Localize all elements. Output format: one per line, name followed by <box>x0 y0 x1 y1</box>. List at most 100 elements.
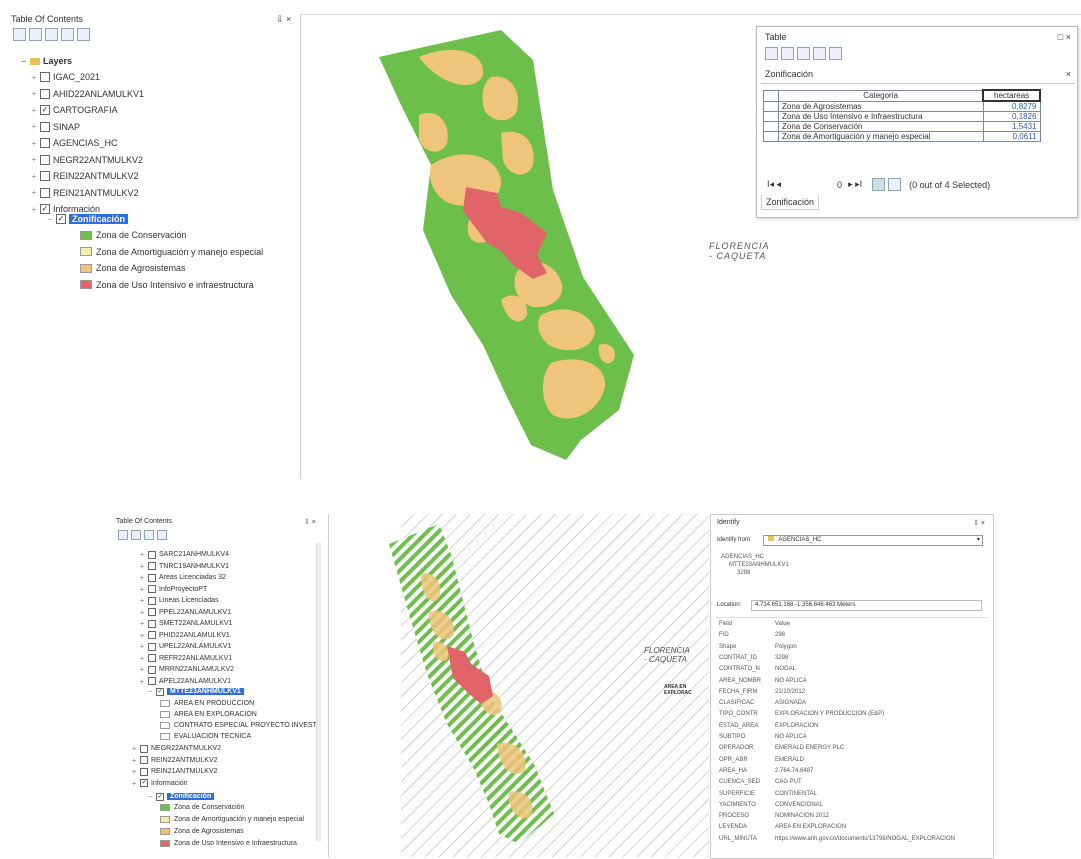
toc-layer-item[interactable]: + REIN21ANTMULKV2 <box>30 187 139 198</box>
layer-checkbox[interactable] <box>148 665 156 674</box>
tree-node[interactable]: MTTE23ANHMULKV1 <box>721 561 789 569</box>
toc-layer-item[interactable]: + APEL22ANLAMULKV1 <box>138 677 231 686</box>
zonificacion-layer[interactable]: − ✓ Zonificación <box>146 792 215 801</box>
layer-checkbox[interactable]: ✓ <box>156 792 164 801</box>
layer-checkbox[interactable]: ✓ <box>40 204 50 214</box>
table-bottom-tab[interactable]: Zonificación <box>761 195 820 210</box>
layer-checkbox[interactable] <box>148 562 156 570</box>
layer-checkbox[interactable] <box>140 767 148 776</box>
expand-icon[interactable]: + <box>138 654 146 663</box>
table-layer-close-icon[interactable]: × <box>1066 69 1071 79</box>
layer-checkbox[interactable]: ✓ <box>40 105 50 115</box>
layer-checkbox[interactable] <box>148 631 156 639</box>
toc-layer-item[interactable]: + SMET22ANLAMULKV1 <box>138 619 233 628</box>
layer-checkbox[interactable] <box>40 154 50 165</box>
related-tables-icon[interactable] <box>781 47 794 60</box>
options-icon[interactable] <box>77 28 90 41</box>
layer-checkbox[interactable] <box>148 642 156 651</box>
list-by-source-icon[interactable] <box>131 530 141 540</box>
expand-icon[interactable]: + <box>130 779 138 788</box>
toc-layer-item[interactable]: + REIN22ANTMULKV2 <box>130 756 218 765</box>
expand-icon[interactable]: + <box>130 756 138 765</box>
layer-checkbox[interactable] <box>148 619 156 628</box>
expand-icon[interactable]: + <box>138 573 146 582</box>
column-header[interactable]: Categoria <box>778 89 984 102</box>
toc-layer-item[interactable]: + NEGR22ANTMULKV2 <box>30 154 143 165</box>
layer-checkbox[interactable]: ✓ <box>140 779 148 787</box>
switch-selection-icon[interactable] <box>813 47 826 60</box>
table-window-buttons[interactable]: □ × <box>1058 32 1071 42</box>
nav-next-last[interactable]: ▸ ▸I <box>848 179 862 190</box>
toc-layer-item[interactable]: + MRRN22ANLAMULKV2 <box>138 665 234 674</box>
nav-page[interactable]: 0 <box>837 180 842 190</box>
toc-layer-item[interactable]: + Areas Licenciadas 32 <box>138 573 226 582</box>
toc-layer-item[interactable]: + PHID22ANLAMULKV1 <box>138 631 230 640</box>
expand-icon[interactable]: + <box>30 139 38 148</box>
expand-icon[interactable]: + <box>138 642 146 651</box>
clear-selection-icon[interactable] <box>829 47 842 60</box>
dropdown-arrow-icon[interactable]: ▾ <box>977 536 980 545</box>
row-selector[interactable] <box>763 100 779 112</box>
expand-icon[interactable]: + <box>138 550 146 559</box>
nav-first-prev[interactable]: I◂ ◂ <box>767 179 781 190</box>
list-by-visibility-icon[interactable] <box>45 28 58 41</box>
row-selector[interactable] <box>763 121 779 132</box>
toc-layer-item[interactable]: + Lineas Licenciadas <box>138 596 219 605</box>
table-row[interactable]: Zona de Conservación 1,5431 <box>763 121 1041 132</box>
collapse-icon[interactable]: − <box>146 687 154 696</box>
toc-layer-item[interactable]: + PPEL22ANLAMULKV1 <box>138 608 231 617</box>
expand-icon[interactable]: + <box>30 155 38 164</box>
collapse-icon[interactable]: − <box>20 57 28 66</box>
layer-checkbox[interactable] <box>148 585 156 593</box>
layer-checkbox[interactable] <box>148 550 156 559</box>
layer-checkbox[interactable] <box>148 596 156 605</box>
layer-checkbox[interactable] <box>40 171 50 181</box>
toc-layer-item[interactable]: + UPEL22ANLAMULKV1 <box>138 642 232 651</box>
list-by-drawing-order-icon[interactable] <box>13 28 26 41</box>
table-row[interactable]: Zona de Amortiguación y manejo especial 0… <box>763 131 1041 142</box>
toc-layer-item[interactable]: + REFR22ANLAMULKV1 <box>138 654 232 663</box>
row-selector[interactable] <box>763 131 779 142</box>
expand-icon[interactable]: + <box>30 172 38 181</box>
table-row[interactable]: Zona de Agrosistemas 0,8279 <box>763 100 1041 112</box>
layer-checkbox[interactable] <box>40 138 50 148</box>
show-all-records-icon[interactable] <box>872 178 886 191</box>
list-by-source-icon[interactable] <box>29 28 42 41</box>
toc-layer-item[interactable]: + NEGR22ANTMULKV2 <box>130 744 221 753</box>
tree-node[interactable]: 3298 <box>721 569 789 577</box>
list-by-drawing-order-icon[interactable] <box>118 530 128 540</box>
expand-icon[interactable]: + <box>30 89 38 98</box>
selected-layer[interactable]: − ✓ MTTE23ANHMULKV1 <box>146 687 244 696</box>
layer-checkbox[interactable] <box>140 756 148 764</box>
show-selected-records-icon[interactable] <box>888 178 902 191</box>
expand-icon[interactable]: + <box>130 767 138 776</box>
layers-root[interactable]: − Layers <box>20 56 72 66</box>
expand-icon[interactable]: + <box>138 665 146 674</box>
layer-checkbox[interactable] <box>40 121 50 132</box>
identify-from-select[interactable]: AGENCIAS_HC ▾ <box>763 535 983 546</box>
toc-layer-item[interactable]: + AGENCIAS_HC <box>30 138 118 148</box>
toc-layer-item[interactable]: + SARC21ANHMULKV4 <box>138 550 229 559</box>
bottom-map-view[interactable]: FLORENCIA - CAQUETA AREA EN EXPLORAC <box>328 514 709 857</box>
toc-layer-item[interactable]: + TNRC19ANHMULKV1 <box>138 562 229 571</box>
expand-icon[interactable]: + <box>138 585 146 594</box>
toc-layer-item[interactable]: + SINAP <box>30 121 80 132</box>
select-by-attributes-icon[interactable] <box>797 47 810 60</box>
toc-layer-item[interactable]: + InfoProyectoPT <box>138 585 208 594</box>
expand-icon[interactable]: + <box>138 619 146 628</box>
expand-icon[interactable]: + <box>30 73 38 82</box>
expand-icon[interactable]: + <box>130 744 138 753</box>
toc-layer-item[interactable]: + ✓ Información <box>30 204 100 214</box>
list-by-selection-icon[interactable] <box>157 530 167 540</box>
zonificacion-layer[interactable]: − ✓ Zonificación <box>46 214 129 224</box>
layer-checkbox[interactable]: ✓ <box>56 214 66 224</box>
toc-layer-item[interactable]: + REIN21ANTMULKV2 <box>130 767 218 776</box>
toc-layer-item[interactable]: + IGAC_2021 <box>30 72 100 82</box>
collapse-icon[interactable]: − <box>46 215 54 224</box>
layer-checkbox[interactable] <box>148 573 156 582</box>
expand-icon[interactable]: + <box>30 122 38 131</box>
toc-layer-item[interactable]: + ✓ Información <box>130 779 188 788</box>
expand-icon[interactable]: + <box>138 677 146 686</box>
tree-node[interactable]: AGENCIAS_HC <box>721 553 789 561</box>
layer-checkbox[interactable] <box>140 744 148 753</box>
